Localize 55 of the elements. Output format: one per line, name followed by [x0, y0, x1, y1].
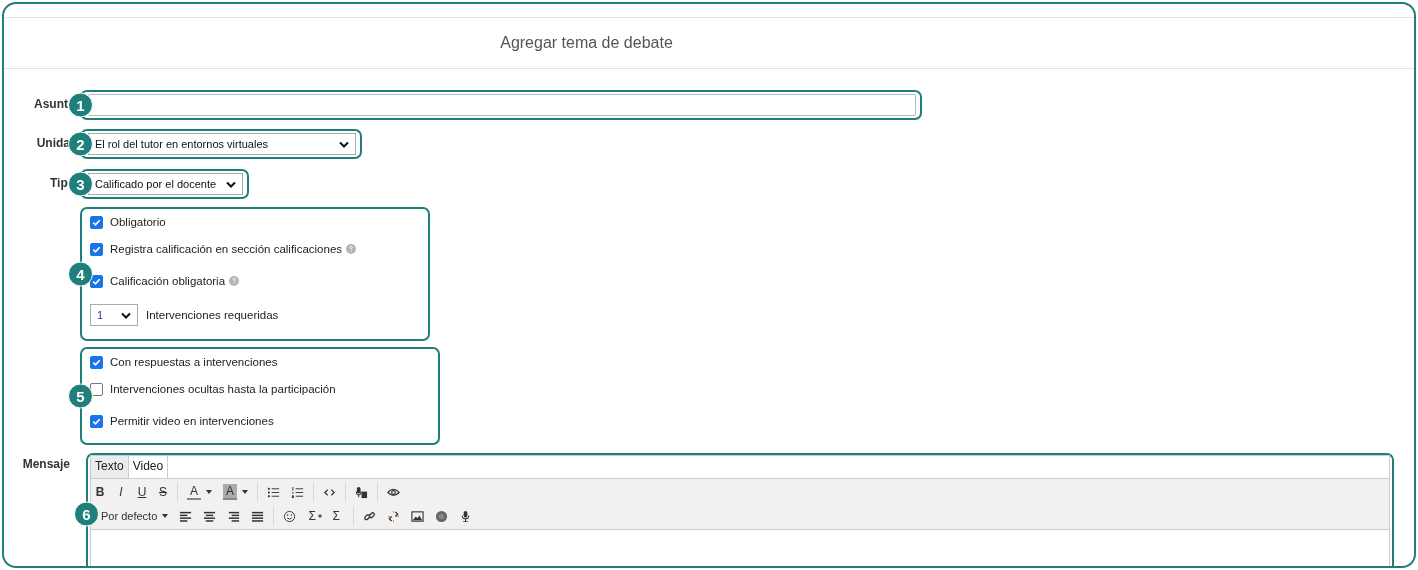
unit-dropdown[interactable]: El rol del tutor en entornos virtuales — [88, 133, 356, 155]
numbered-list-icon[interactable] — [291, 485, 304, 499]
align-center-icon[interactable] — [203, 509, 217, 523]
editor-tab[interactable]: Texto — [91, 456, 129, 478]
text-color-button[interactable]: A — [187, 484, 201, 500]
badge-icon[interactable] — [435, 509, 449, 523]
checkbox[interactable] — [90, 274, 103, 288]
step-badge: 3 — [68, 171, 93, 197]
step-badge: 4 — [68, 261, 93, 287]
sum-button[interactable]: Σ — [331, 509, 345, 523]
unlink-icon[interactable] — [387, 509, 401, 523]
checkbox[interactable] — [90, 382, 103, 396]
smiley-icon[interactable] — [283, 509, 297, 523]
checkbox[interactable] — [90, 242, 103, 256]
dialog-title: Agregar tema de debate — [500, 34, 673, 52]
checkbox-label: Con respuestas a intervenciones — [110, 356, 278, 368]
field-label: Mensaje — [21, 456, 71, 471]
checkbox-label: Intervenciones ocultas hasta la participación — [110, 383, 336, 395]
checkbox[interactable] — [90, 414, 103, 428]
image-icon[interactable] — [411, 509, 425, 523]
microphone-icon[interactable] — [355, 485, 368, 499]
checkbox[interactable] — [90, 215, 103, 229]
highlight-color-button[interactable]: A — [223, 484, 237, 500]
select-label: Intervenciones requeridas — [146, 309, 279, 321]
checkbox[interactable] — [90, 355, 103, 369]
strikethrough-button[interactable]: S — [158, 485, 168, 499]
checkbox-label: Registra calificación en sección calificaciones — [110, 243, 343, 255]
bold-button[interactable]: B — [95, 485, 105, 499]
link-icon[interactable] — [363, 509, 377, 523]
type-dropdown[interactable]: Calificado por el docente — [88, 173, 244, 195]
italic-button[interactable]: I — [116, 485, 126, 499]
justify-icon[interactable] — [251, 509, 265, 523]
step-badge: 2 — [68, 131, 93, 157]
caret-icon[interactable] — [206, 490, 212, 494]
underline-button[interactable]: U — [137, 485, 147, 499]
insert-formula-button[interactable]: Σ — [307, 509, 321, 523]
chevron-icon[interactable] — [226, 180, 237, 188]
caret-icon[interactable] — [242, 490, 248, 494]
field-label: Tip — [49, 175, 69, 190]
step-badge: 1 — [68, 92, 93, 118]
align-right-icon[interactable] — [227, 509, 241, 523]
bullet-list-icon[interactable] — [267, 485, 280, 499]
checkbox-label: Calificación obligatoria — [110, 275, 226, 287]
checkbox-label: Permitir video en intervenciones — [110, 415, 274, 427]
step-badge: 5 — [68, 383, 93, 409]
checkbox-label: Obligatorio — [110, 216, 166, 228]
style-dropdown[interactable]: Por defecto — [101, 510, 158, 522]
field-label: Asunt — [33, 96, 69, 111]
subject-field[interactable] — [88, 94, 916, 116]
chevron-icon[interactable] — [339, 140, 349, 148]
caret-icon[interactable] — [162, 514, 169, 518]
chevron-icon[interactable] — [121, 311, 131, 319]
field-label: Unida — [35, 135, 71, 150]
align-left-icon[interactable] — [179, 509, 193, 523]
count-dropdown[interactable]: 1 — [90, 304, 138, 326]
